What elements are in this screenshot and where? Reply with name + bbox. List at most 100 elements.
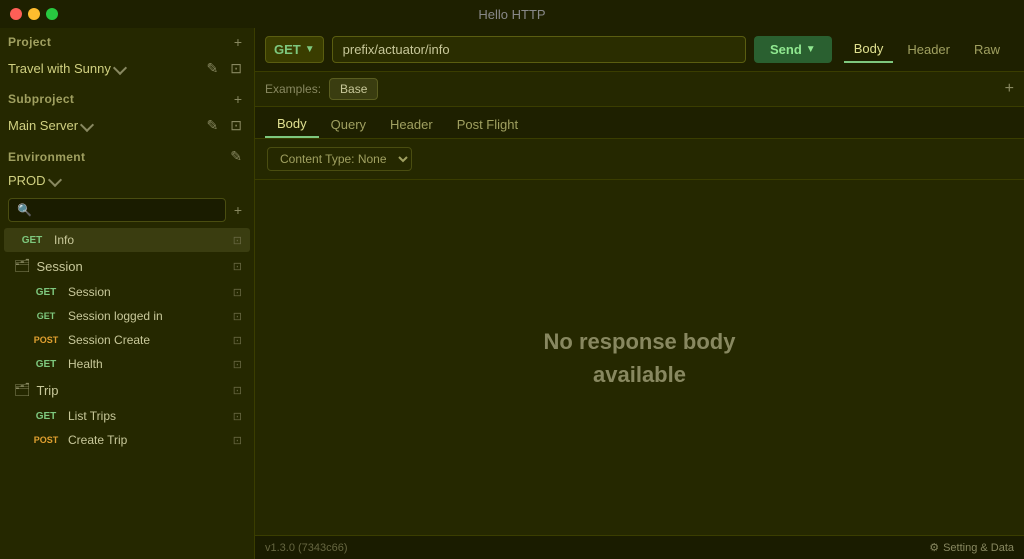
copy-project-button[interactable]: ⊡ <box>226 58 246 79</box>
subproject-label: Subproject <box>8 92 74 106</box>
method-badge-get: GET <box>30 311 62 321</box>
subproject-icons: ✎ ⊡ <box>203 115 246 136</box>
list-item[interactable]: GET Session logged in ⊡ <box>18 304 250 328</box>
tab-response-body[interactable]: Body <box>844 36 894 63</box>
environment-chevron-icon <box>47 172 61 186</box>
folder-item-trip[interactable]: 🗂 Trip ⊡ <box>4 376 250 404</box>
list-item[interactable]: POST Create Trip ⊡ <box>18 428 250 452</box>
list-item[interactable]: GET Health ⊡ <box>18 352 250 376</box>
method-badge-get: GET <box>30 359 62 370</box>
search-input[interactable] <box>8 198 226 222</box>
response-tab-group: Body Header Raw <box>840 36 1014 63</box>
maximize-window-button[interactable] <box>46 8 58 20</box>
item-copy-icon[interactable]: ⊡ <box>233 434 242 447</box>
item-copy-icon[interactable]: ⊡ <box>233 358 242 371</box>
subproject-section: Subproject + <box>0 85 254 113</box>
item-copy-icon[interactable]: ⊡ <box>233 286 242 299</box>
edit-environment-button[interactable]: ✎ <box>226 146 246 167</box>
send-dropdown-icon: ▼ <box>806 44 816 55</box>
project-name: Travel with Sunny <box>8 61 111 76</box>
trip-sub-items: GET List Trips ⊡ POST Create Trip ⊡ <box>0 404 254 452</box>
tab-body[interactable]: Body <box>265 111 319 138</box>
add-subproject-button[interactable]: + <box>230 89 246 109</box>
item-label: Session Create <box>68 333 150 347</box>
list-item[interactable]: GET Session ⊡ <box>18 280 250 304</box>
content-type-row: Content Type: None application/json appl… <box>255 139 1024 180</box>
folder-copy-icon[interactable]: ⊡ <box>233 384 242 397</box>
add-request-button[interactable]: + <box>230 200 246 220</box>
method-dropdown-icon: ▼ <box>305 44 315 55</box>
request-tabs: Body Query Header Post Flight <box>255 107 1024 139</box>
folder-copy-icon[interactable]: ⊡ <box>233 260 242 273</box>
list-item[interactable]: GET Info ⊡ <box>4 228 250 252</box>
folder-icon: 🗂 <box>14 258 31 274</box>
subproject-selector[interactable]: Main Server <box>8 118 92 133</box>
list-item[interactable]: GET List Trips ⊡ <box>18 404 250 428</box>
item-label: List Trips <box>68 409 116 423</box>
settings-button[interactable]: ⚙ Setting & Data <box>929 541 1014 554</box>
item-label: Session <box>68 285 111 299</box>
item-copy-icon[interactable]: ⊡ <box>233 334 242 347</box>
folder-item-session[interactable]: 🗂 Session ⊡ <box>4 252 250 280</box>
environment-section: Environment ✎ <box>0 142 254 171</box>
copy-subproject-button[interactable]: ⊡ <box>226 115 246 136</box>
method-badge-get: GET <box>30 411 62 422</box>
environment-selector[interactable]: PROD <box>8 173 60 188</box>
content-type-select[interactable]: Content Type: None application/json appl… <box>267 147 412 171</box>
url-input[interactable] <box>332 36 746 63</box>
item-label: Session logged in <box>68 309 163 323</box>
method-value: GET <box>274 42 301 57</box>
project-selector[interactable]: Travel with Sunny <box>8 61 125 76</box>
add-example-button[interactable]: + <box>1005 80 1014 98</box>
folder-label: Session <box>37 259 83 274</box>
subproject-name: Main Server <box>8 118 78 133</box>
no-response-message: No response bodyavailable <box>544 325 736 391</box>
item-copy-icon[interactable]: ⊡ <box>233 234 242 247</box>
tab-response-header[interactable]: Header <box>897 36 960 63</box>
close-window-button[interactable] <box>10 8 22 20</box>
gear-icon: ⚙ <box>929 541 939 554</box>
url-bar: GET ▼ Send ▼ Body Header Raw <box>255 28 1024 72</box>
method-badge-post: POST <box>30 335 62 345</box>
subproject-value-row: Main Server ✎ ⊡ <box>0 113 254 142</box>
project-value-row: Travel with Sunny ✎ ⊡ <box>0 56 254 85</box>
item-copy-icon[interactable]: ⊡ <box>233 410 242 423</box>
list-item[interactable]: POST Session Create ⊡ <box>18 328 250 352</box>
tab-post-flight[interactable]: Post Flight <box>445 111 530 138</box>
settings-label: Setting & Data <box>943 542 1014 554</box>
project-section: Project + <box>0 28 254 56</box>
method-badge-get: GET <box>16 235 48 246</box>
examples-bar: Examples: Base + <box>255 72 1024 107</box>
environment-label: Environment <box>8 150 85 164</box>
send-label: Send <box>770 42 802 57</box>
example-tab-base[interactable]: Base <box>329 78 378 100</box>
folder-icon: 🗂 <box>14 382 31 398</box>
environment-value-row: PROD <box>0 171 254 194</box>
method-badge-get: GET <box>30 287 62 298</box>
method-select[interactable]: GET ▼ <box>265 36 324 63</box>
tab-header[interactable]: Header <box>378 111 445 138</box>
session-sub-items: GET Session ⊡ GET Session logged in ⊡ PO… <box>0 280 254 376</box>
tab-response-raw[interactable]: Raw <box>964 36 1010 63</box>
edit-project-button[interactable]: ✎ <box>203 58 223 79</box>
request-list: GET Info ⊡ 🗂 Session ⊡ GET Session <box>0 226 254 559</box>
main-content: GET ▼ Send ▼ Body Header Raw Examples: B… <box>255 28 1024 559</box>
item-label: Health <box>68 357 103 371</box>
edit-subproject-button[interactable]: ✎ <box>203 115 223 136</box>
item-label: Info <box>54 233 74 247</box>
tab-query[interactable]: Query <box>319 111 378 138</box>
item-label: Create Trip <box>68 433 127 447</box>
app-title: Hello HTTP <box>478 7 545 22</box>
subproject-chevron-icon <box>80 117 94 131</box>
minimize-window-button[interactable] <box>28 8 40 20</box>
send-button[interactable]: Send ▼ <box>754 36 832 63</box>
version-label: v1.3.0 (7343c66) <box>265 542 348 554</box>
titlebar: Hello HTTP <box>0 0 1024 28</box>
window-controls <box>10 8 58 20</box>
item-copy-icon[interactable]: ⊡ <box>233 310 242 323</box>
add-project-button[interactable]: + <box>230 32 246 52</box>
environment-name: PROD <box>8 173 46 188</box>
project-icons: ✎ ⊡ <box>203 58 246 79</box>
method-badge-post: POST <box>30 435 62 445</box>
project-chevron-icon <box>113 60 127 74</box>
